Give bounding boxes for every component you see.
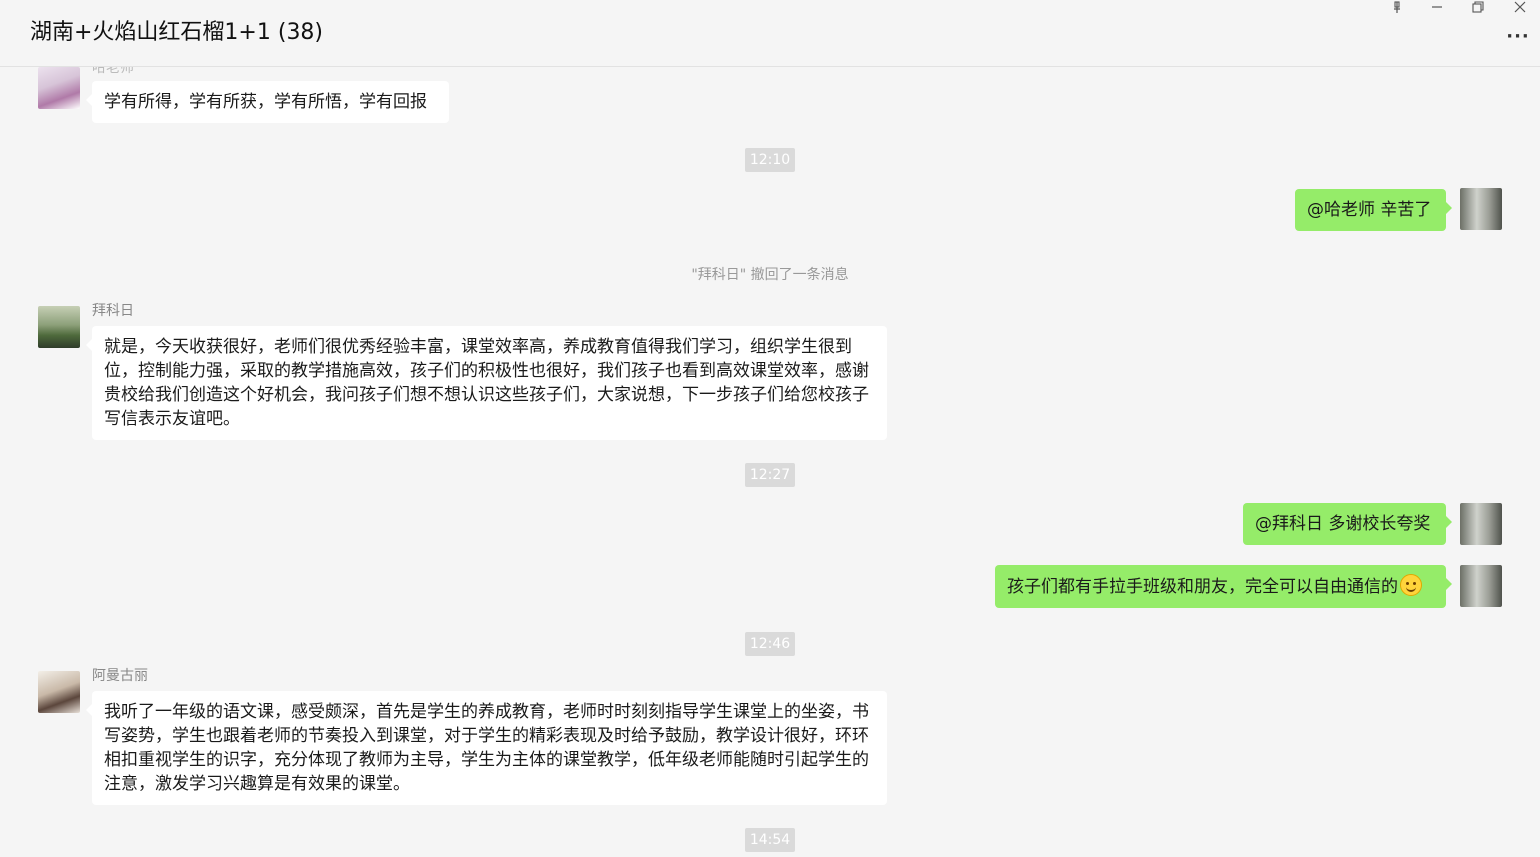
minimize-icon[interactable] [1422, 0, 1452, 14]
chat-header: 湖南+火焰山红石榴1+1 (38) ··· [0, 0, 1540, 67]
message-bubble-incoming[interactable]: 就是，今天收获很好，老师们很优秀经验丰富，课堂效率高，养成教育值得我们学习，组织… [86, 326, 887, 440]
sender-name: 拜科日 [92, 303, 134, 319]
chat-area[interactable]: 哈老师 学有所得，学有所获，学有所悟，学有回报 12:10 @哈老师 辛苦了 "… [0, 67, 1540, 857]
message-text: 孩子们都有手拉手班级和朋友，完全可以自由通信的 [1007, 577, 1398, 597]
message-bubble-outgoing[interactable]: @拜科日 多谢校长夸奖 [1243, 503, 1452, 545]
avatar-amangulli[interactable] [38, 671, 80, 713]
avatar-ha-teacher[interactable] [38, 67, 80, 109]
close-icon[interactable] [1505, 0, 1535, 14]
timestamp-badge: 12:46 [745, 632, 795, 656]
sender-name: 哈老师 [92, 67, 134, 76]
timestamp-badge: 12:10 [745, 148, 795, 172]
avatar-baikeri[interactable] [38, 306, 80, 348]
sender-name: 阿曼古丽 [92, 668, 148, 684]
avatar-self[interactable] [1460, 503, 1502, 545]
message-bubble-outgoing[interactable]: @哈老师 辛苦了 [1295, 189, 1452, 231]
message-bubble-outgoing[interactable]: 孩子们都有手拉手班级和朋友，完全可以自由通信的 [995, 565, 1452, 608]
timestamp-badge: 14:54 [745, 828, 795, 852]
pin-icon[interactable] [1382, 0, 1412, 14]
timestamp-badge: 12:27 [745, 463, 795, 487]
more-options-button[interactable]: ··· [1506, 24, 1530, 48]
restore-icon[interactable] [1463, 0, 1493, 14]
chat-title: 湖南+火焰山红石榴1+1 (38) [30, 20, 324, 45]
smile-emoji-icon [1400, 574, 1422, 596]
message-bubble-incoming[interactable]: 我听了一年级的语文课，感受颇深，首先是学生的养成教育，老师时时刻刻指导学生课堂上… [86, 691, 887, 805]
recall-notice: "拜科日" 撤回了一条消息 [691, 267, 849, 283]
message-bubble-incoming[interactable]: 学有所得，学有所获，学有所悟，学有回报 [86, 81, 449, 123]
avatar-self[interactable] [1460, 188, 1502, 230]
avatar-self[interactable] [1460, 565, 1502, 607]
